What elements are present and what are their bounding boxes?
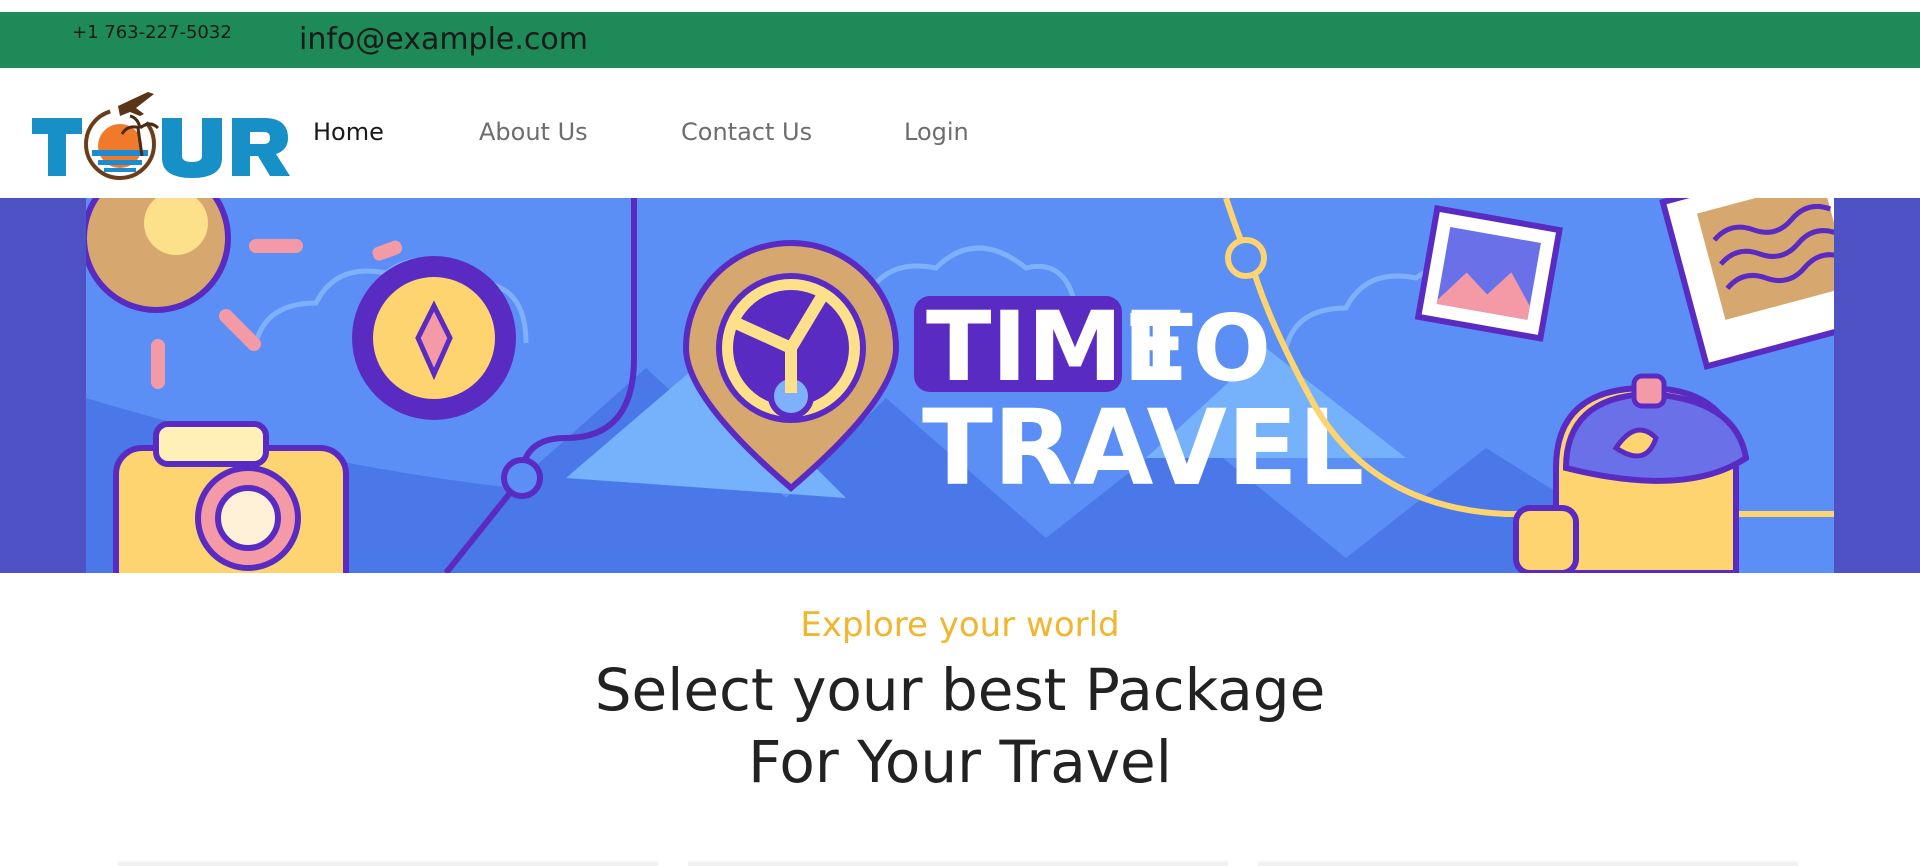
nav-home-link[interactable]: Home [313,118,384,146]
nav-contact-link[interactable]: Contact Us [681,118,812,146]
banner-headline-travel: TRAVEL [922,387,1364,509]
airplane-sun-palm-icon [32,92,290,180]
travel-illustration: TIME TO TRAVEL [86,198,1834,573]
hero-title: Select your best Package For Your Travel [0,654,1920,798]
package-card[interactable] [688,862,1228,866]
nav-about-link[interactable]: About Us [479,118,588,146]
phone-number[interactable]: +1 763-227-5032 [72,22,232,43]
package-card[interactable] [1258,862,1798,866]
hero-banner: TIME TO TRAVEL [0,198,1920,573]
email-address[interactable]: info@example.com [299,22,588,57]
hero-tagline: Explore your world [800,605,1120,645]
hero-title-line2: For Your Travel [748,728,1172,796]
package-cards-row [0,856,1920,866]
package-card[interactable] [118,862,658,866]
banner-headline-to: TO [1130,295,1271,402]
top-contact-bar: +1 763-227-5032 info@example.com [0,12,1920,68]
site-logo[interactable] [32,84,292,180]
hero-title-line1: Select your best Package [594,656,1326,724]
nav-login-link[interactable]: Login [904,118,969,146]
site-header: Home About Us Contact Us Login [0,68,1920,198]
hero-section: Explore your world Select your best Pack… [0,602,1920,798]
